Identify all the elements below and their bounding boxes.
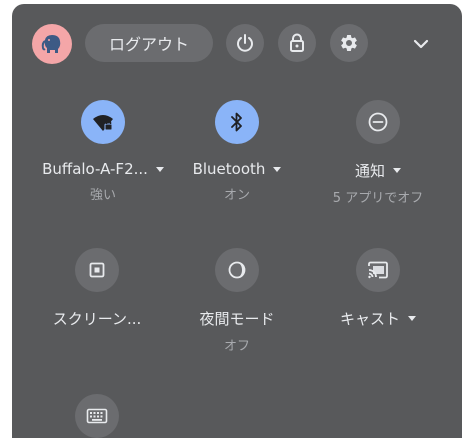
- tile-notifications: 通知 5 アプリでオフ: [308, 100, 448, 206]
- tile-keyboard: [27, 394, 167, 438]
- screen-capture-label: スクリーン...: [52, 310, 142, 328]
- cast-label: キャスト: [339, 310, 400, 328]
- cast-icon: [368, 261, 388, 279]
- bluetooth-status: オン: [223, 188, 250, 203]
- caret-down-icon: [273, 166, 282, 172]
- screen-capture-label-button[interactable]: スクリーン...: [53, 308, 142, 329]
- network-label-button[interactable]: Buffalo-A-F2...: [42, 160, 164, 178]
- night-light-toggle[interactable]: [215, 248, 259, 292]
- avatar[interactable]: [32, 24, 72, 64]
- wifi-lock-icon: [93, 115, 113, 131]
- screen-capture-toggle[interactable]: [75, 248, 119, 292]
- tile-network: Buffalo-A-F2... 強い: [33, 100, 173, 203]
- power-button[interactable]: [226, 24, 264, 62]
- sign-out-button[interactable]: ログアウト: [85, 24, 213, 62]
- tile-screen-capture: スクリーン...: [27, 248, 167, 329]
- power-icon: [237, 34, 253, 52]
- do-not-disturb-icon: [368, 112, 388, 132]
- night-light-icon: [228, 261, 246, 279]
- caret-down-icon: [393, 168, 401, 173]
- notifications-status: 5 アプリでオフ: [332, 191, 424, 206]
- network-toggle[interactable]: [81, 100, 125, 144]
- screen-capture-icon: [89, 262, 105, 278]
- settings-button[interactable]: [330, 24, 368, 62]
- caret-down-icon: [408, 316, 416, 321]
- notifications-toggle[interactable]: [356, 100, 400, 144]
- elephant-avatar-icon: [41, 35, 61, 53]
- gear-icon: [341, 34, 357, 51]
- tile-bluetooth: Bluetooth オン: [167, 100, 307, 203]
- lock-button[interactable]: [278, 24, 316, 62]
- bluetooth-label: Bluetooth: [192, 160, 266, 178]
- tile-night-light: 夜間モード オフ: [167, 248, 307, 354]
- quick-settings-panel: ログアウト Buffalo-A-F2... 強い Bluetooth オン 通知…: [12, 4, 462, 438]
- night-light-label-button[interactable]: 夜間モード: [199, 308, 274, 329]
- keyboard-icon: [86, 408, 108, 424]
- notifications-label-button[interactable]: 通知: [355, 160, 401, 181]
- collapse-button[interactable]: [404, 27, 438, 61]
- network-name: Buffalo-A-F2...: [42, 160, 148, 178]
- night-light-label: 夜間モード: [199, 310, 275, 328]
- chevron-down-icon: [413, 39, 429, 49]
- notifications-label: 通知: [354, 162, 385, 180]
- cast-label-button[interactable]: キャスト: [340, 308, 416, 329]
- bluetooth-icon: [231, 112, 242, 132]
- bluetooth-toggle[interactable]: [215, 100, 259, 144]
- night-light-status: オフ: [223, 339, 250, 354]
- caret-down-icon: [155, 166, 164, 172]
- lock-icon: [290, 33, 304, 52]
- keyboard-toggle[interactable]: [75, 394, 119, 438]
- cast-toggle[interactable]: [356, 248, 400, 292]
- tile-cast: キャスト: [308, 248, 448, 329]
- bluetooth-label-button[interactable]: Bluetooth: [193, 160, 282, 178]
- network-strength: 強い: [89, 188, 116, 203]
